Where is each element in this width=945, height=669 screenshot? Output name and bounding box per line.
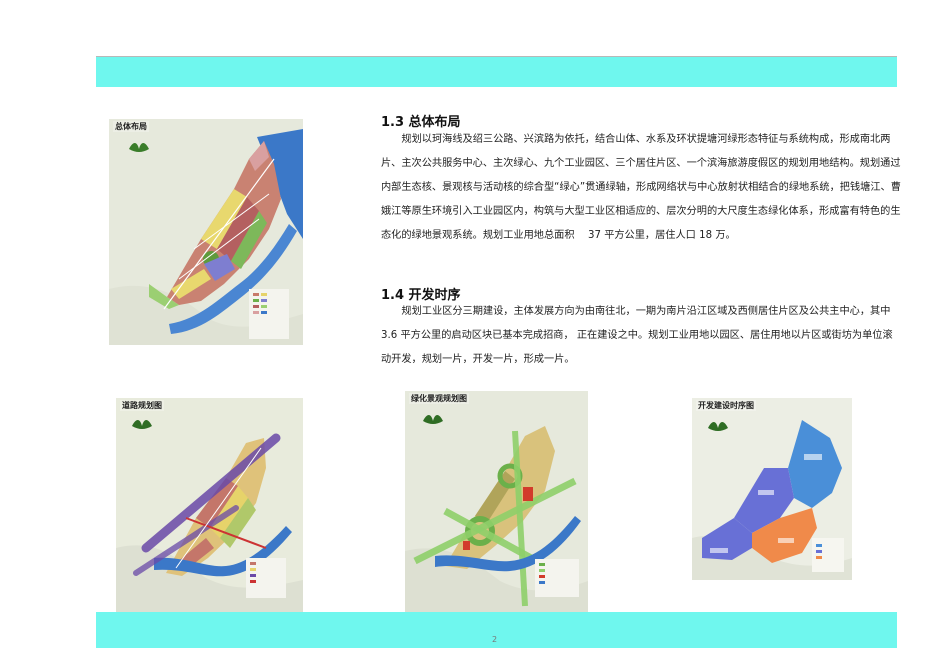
development-phasing-map-graphic <box>692 398 852 580</box>
overall-layout-map: 总体布局 <box>109 119 303 345</box>
road-plan-map-title: 道路规划图 <box>120 400 164 411</box>
section-1-4-paragraph: 规划工业区分三期建设，主体发展方向为由南往北，一期为南片沿江区域及西侧居住片区及… <box>381 306 893 365</box>
green-landscape-map-graphic <box>405 391 588 615</box>
overall-layout-map-title: 总体布局 <box>113 121 149 132</box>
section-1-3-paragraph: 规划以珂海线及绍三公路、兴滨路为依托，结合山体、水系及环状提塘河绿形态特征与系统… <box>381 134 901 241</box>
road-plan-map: 道路规划图 <box>116 398 303 618</box>
green-landscape-map: 绿化景观规划图 <box>405 391 588 615</box>
overall-layout-map-graphic <box>109 119 303 345</box>
development-phasing-map: 开发建设时序图 <box>692 398 852 580</box>
green-landscape-map-title: 绿化景观规划图 <box>409 393 469 404</box>
header-band <box>96 56 897 87</box>
page-number: 2 <box>492 635 498 644</box>
development-phasing-map-title: 开发建设时序图 <box>696 400 756 411</box>
road-plan-map-graphic <box>116 398 303 618</box>
